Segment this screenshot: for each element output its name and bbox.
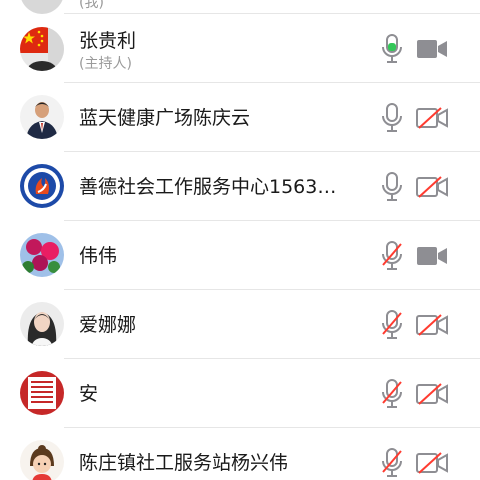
- microphone-icon[interactable]: [381, 34, 403, 64]
- microphone-muted-icon[interactable]: [381, 448, 403, 478]
- participant-row[interactable]: 伟伟: [0, 221, 480, 290]
- microphone-muted-icon[interactable]: [381, 310, 403, 340]
- participant-row[interactable]: 善德社会工作服务中心1563…: [0, 152, 480, 221]
- participant-name: 张贵利: [79, 30, 137, 52]
- video-camera-off-icon[interactable]: [416, 314, 448, 336]
- video-camera-icon[interactable]: [416, 245, 448, 267]
- participant-name: 善德社会工作服务中心1563…: [79, 176, 337, 198]
- video-camera-icon[interactable]: [416, 38, 448, 60]
- video-camera-off-icon[interactable]: [416, 452, 448, 474]
- microphone-muted-icon[interactable]: [381, 379, 403, 409]
- avatar: [20, 164, 64, 208]
- participant-name: 陈庄镇社工服务站杨兴伟: [79, 452, 289, 474]
- participant-row[interactable]: 陈庄镇社工服务站杨兴伟: [0, 428, 480, 480]
- participant-name: 爱娜娜: [79, 314, 137, 336]
- video-camera-off-icon[interactable]: [416, 176, 448, 198]
- participant-name: 伟伟: [79, 245, 118, 267]
- avatar: [20, 371, 64, 415]
- participant-list: (我) 张贵利 (主持人) 蓝天健康广场陈庆云 善德社会工作服务中心1563… …: [0, 0, 480, 480]
- avatar: [20, 302, 64, 346]
- avatar: [20, 233, 64, 277]
- participant-name: 蓝天健康广场陈庆云: [79, 107, 251, 129]
- microphone-icon[interactable]: [381, 103, 403, 133]
- participant-row[interactable]: 安: [0, 359, 480, 428]
- participant-role-label: (主持人): [79, 56, 132, 72]
- participant-row[interactable]: 蓝天健康广场陈庆云: [0, 83, 480, 152]
- avatar: [20, 440, 64, 480]
- video-camera-off-icon[interactable]: [416, 383, 448, 405]
- participant-row[interactable]: 爱娜娜: [0, 290, 480, 359]
- participant-name: 安: [79, 383, 99, 405]
- avatar: [20, 0, 64, 14]
- avatar: [20, 95, 64, 139]
- participant-role-label: (我): [79, 0, 104, 11]
- microphone-icon[interactable]: [381, 172, 403, 202]
- avatar: [20, 27, 64, 71]
- microphone-muted-icon[interactable]: [381, 241, 403, 271]
- participant-row[interactable]: 张贵利 (主持人): [0, 14, 480, 83]
- video-camera-off-icon[interactable]: [416, 107, 448, 129]
